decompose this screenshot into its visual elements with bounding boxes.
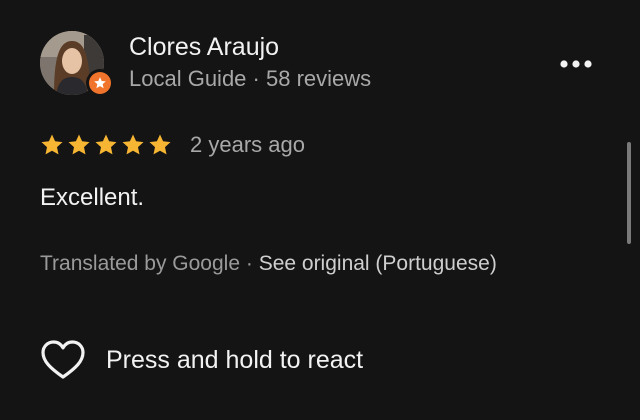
star-rating	[40, 133, 172, 157]
author-review-count: 58 reviews	[265, 66, 372, 91]
more-options-button[interactable]	[548, 44, 604, 84]
star-icon	[68, 134, 90, 155]
star-icon	[122, 134, 144, 155]
author-meta[interactable]: Local Guide · 58 reviews	[129, 64, 371, 94]
star-icon	[95, 134, 117, 155]
react-button[interactable]: Press and hold to react	[40, 336, 363, 384]
translation-line: Translated by Google · See original (Por…	[40, 249, 497, 279]
local-guide-star-icon	[94, 77, 106, 89]
see-original-link[interactable]: See original (Portuguese)	[259, 252, 497, 275]
local-guide-badge	[86, 69, 114, 97]
review-text: Excellent.	[40, 184, 145, 211]
translation-separator: ·	[240, 252, 259, 275]
react-label: Press and hold to react	[106, 346, 364, 374]
star-icon	[149, 134, 171, 155]
review-card: Clores Araujo Local Guide · 58 reviews 2…	[0, 0, 640, 420]
scrollbar[interactable]	[627, 142, 631, 244]
rating-row: 2 years ago	[40, 130, 305, 160]
review-date: 2 years ago	[190, 132, 305, 157]
heart-outline-icon	[41, 340, 85, 379]
author-name[interactable]: Clores Araujo	[129, 31, 279, 63]
more-horizontal-icon	[560, 60, 592, 68]
author-level: Local Guide	[129, 66, 247, 91]
translated-by-label: Translated by Google	[40, 252, 241, 275]
meta-separator: ·	[246, 66, 266, 91]
star-icon	[41, 134, 63, 155]
